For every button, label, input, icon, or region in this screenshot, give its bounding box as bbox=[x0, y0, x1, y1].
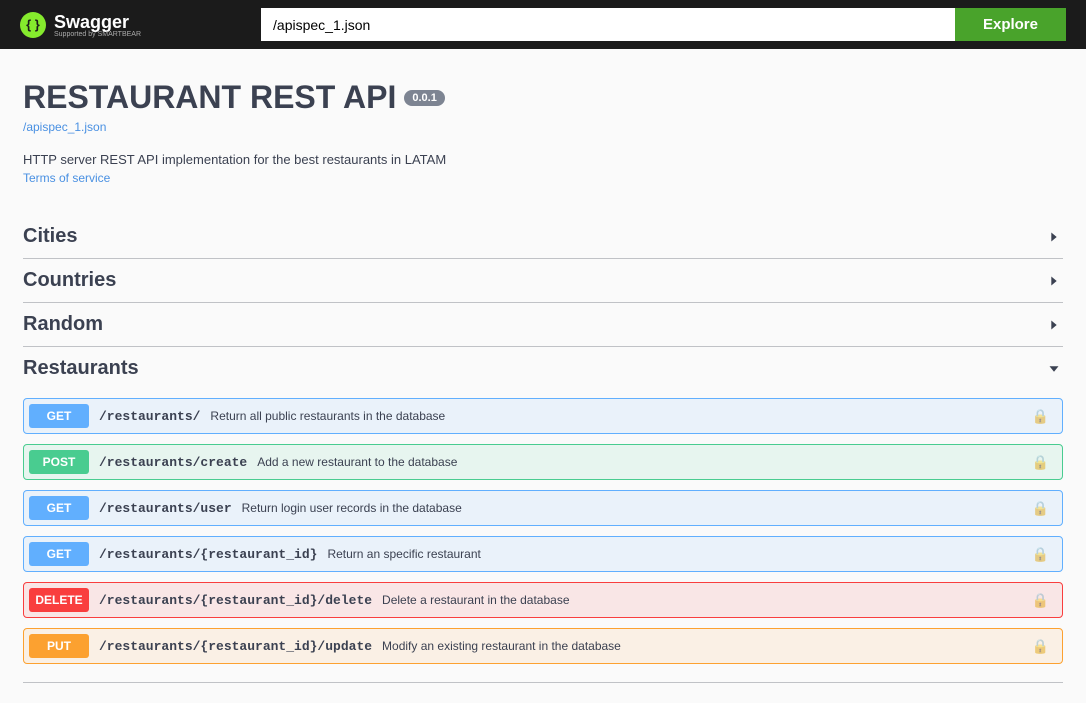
method-badge-get: GET bbox=[29, 496, 89, 520]
tag-name: Countries bbox=[23, 269, 116, 292]
tags-container: Cities Countries Random Restaurants GET /re… bbox=[23, 215, 1063, 683]
method-badge-post: POST bbox=[29, 450, 89, 474]
method-badge-get: GET bbox=[29, 542, 89, 566]
operation-summary: Return all public restaurants in the dat… bbox=[210, 409, 1031, 423]
operation-path: /restaurants/user bbox=[99, 501, 232, 516]
method-badge-get: GET bbox=[29, 404, 89, 428]
tag-header[interactable]: Countries bbox=[23, 259, 1063, 302]
api-title-text: RESTAURANT REST API bbox=[23, 79, 396, 116]
api-title: RESTAURANT REST API 0.0.1 bbox=[23, 79, 1063, 116]
operation-row[interactable]: PUT /restaurants/{restaurant_id}/update … bbox=[23, 628, 1063, 664]
tag-header[interactable]: Random bbox=[23, 303, 1063, 346]
operation-summary: Return an specific restaurant bbox=[327, 547, 1031, 561]
chevron-right-icon bbox=[1045, 228, 1063, 246]
method-badge-delete: DELETE bbox=[29, 588, 89, 612]
logo-subtitle: Supported by SMARTBEAR bbox=[54, 31, 141, 38]
swagger-icon: { } bbox=[20, 12, 46, 38]
tag-name: Cities bbox=[23, 225, 77, 248]
lock-icon[interactable]: 🔒 bbox=[1032, 454, 1049, 471]
operation-row[interactable]: GET /restaurants/user Return login user … bbox=[23, 490, 1063, 526]
explore-button[interactable]: Explore bbox=[955, 8, 1066, 41]
operation-path: /restaurants/ bbox=[99, 409, 200, 424]
operation-row[interactable]: POST /restaurants/create Add a new resta… bbox=[23, 444, 1063, 480]
tag-section-random: Random bbox=[23, 303, 1063, 347]
operations-list: GET /restaurants/ Return all public rest… bbox=[23, 390, 1063, 682]
tag-section-cities: Cities bbox=[23, 215, 1063, 259]
spec-link[interactable]: /apispec_1.json bbox=[23, 120, 1063, 134]
version-badge: 0.0.1 bbox=[404, 90, 444, 106]
chevron-down-icon bbox=[1045, 360, 1063, 378]
spec-url-input[interactable] bbox=[261, 8, 955, 41]
spec-form: Explore bbox=[261, 8, 1066, 41]
chevron-right-icon bbox=[1045, 316, 1063, 334]
api-info: RESTAURANT REST API 0.0.1 /apispec_1.jso… bbox=[23, 79, 1063, 185]
logo[interactable]: { } Swagger Supported by SMARTBEAR bbox=[20, 12, 141, 38]
operation-path: /restaurants/create bbox=[99, 455, 247, 470]
operation-row[interactable]: DELETE /restaurants/{restaurant_id}/dele… bbox=[23, 582, 1063, 618]
operation-path: /restaurants/{restaurant_id}/update bbox=[99, 639, 372, 654]
lock-icon[interactable]: 🔒 bbox=[1032, 546, 1049, 563]
tag-name: Restaurants bbox=[23, 357, 139, 380]
operation-path: /restaurants/{restaurant_id}/delete bbox=[99, 593, 372, 608]
method-badge-put: PUT bbox=[29, 634, 89, 658]
chevron-right-icon bbox=[1045, 272, 1063, 290]
lock-icon[interactable]: 🔒 bbox=[1032, 638, 1049, 655]
terms-of-service-link[interactable]: Terms of service bbox=[23, 171, 1063, 185]
tag-name: Random bbox=[23, 313, 103, 336]
operation-summary: Modify an existing restaurant in the dat… bbox=[382, 639, 1032, 653]
lock-icon[interactable]: 🔒 bbox=[1032, 592, 1049, 609]
operation-row[interactable]: GET /restaurants/{restaurant_id} Return … bbox=[23, 536, 1063, 572]
operation-summary: Add a new restaurant to the database bbox=[257, 455, 1031, 469]
api-description: HTTP server REST API implementation for … bbox=[23, 152, 1063, 167]
tag-header[interactable]: Restaurants bbox=[23, 347, 1063, 390]
lock-icon[interactable]: 🔒 bbox=[1032, 408, 1049, 425]
operation-path: /restaurants/{restaurant_id} bbox=[99, 547, 317, 562]
logo-text: Swagger bbox=[54, 12, 141, 33]
topbar: { } Swagger Supported by SMARTBEAR Explo… bbox=[0, 0, 1086, 49]
operation-row[interactable]: GET /restaurants/ Return all public rest… bbox=[23, 398, 1063, 434]
lock-icon[interactable]: 🔒 bbox=[1032, 500, 1049, 517]
operation-summary: Delete a restaurant in the database bbox=[382, 593, 1032, 607]
operation-summary: Return login user records in the databas… bbox=[242, 501, 1032, 515]
tag-section-countries: Countries bbox=[23, 259, 1063, 303]
tag-section-restaurants: Restaurants GET /restaurants/ Return all… bbox=[23, 347, 1063, 683]
tag-header[interactable]: Cities bbox=[23, 215, 1063, 258]
